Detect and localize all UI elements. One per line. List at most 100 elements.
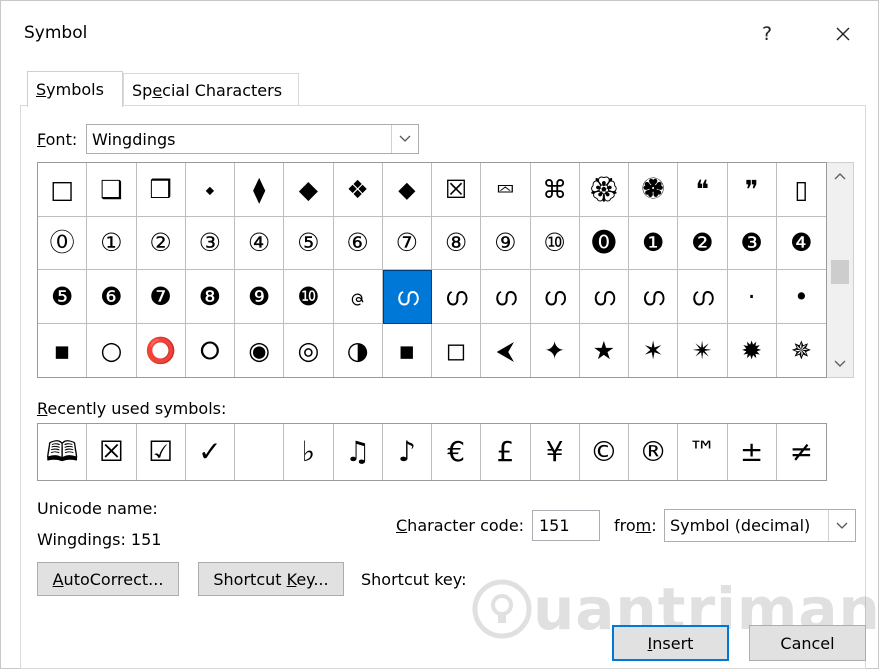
recent-symbol-cell[interactable]: ✓	[186, 424, 235, 480]
symbol-cell[interactable]: ⭘	[186, 323, 235, 377]
recent-symbol-cell[interactable]: €	[432, 424, 482, 480]
symbol-cell[interactable]: ◆	[284, 163, 334, 217]
symbol-cell[interactable]: ◻	[432, 323, 482, 377]
font-select[interactable]: Wingdings	[86, 124, 419, 154]
symbol-grid-scrollbar[interactable]	[827, 162, 854, 378]
symbol-cell[interactable]: ▪	[383, 323, 432, 377]
symbol-cell[interactable]: ⓿	[579, 216, 629, 270]
recent-symbol-cell[interactable]: ♭	[284, 424, 334, 480]
symbol-cell[interactable]: ❖	[333, 163, 383, 217]
recent-symbol-cell[interactable]: ™	[678, 424, 728, 480]
symbol-cell[interactable]: ①	[87, 216, 137, 270]
symbol-cell[interactable]: ⧫	[235, 163, 285, 217]
symbol-cell[interactable]: ⬥	[382, 163, 432, 217]
symbol-cell[interactable]: ◎	[284, 323, 334, 377]
symbol-cell[interactable]: ③	[185, 216, 235, 270]
symbol-cell[interactable]: ഗ	[579, 270, 629, 324]
symbol-cell[interactable]: ഗ	[382, 270, 432, 324]
symbol-cell[interactable]: ·	[727, 270, 777, 324]
recent-symbol-cell[interactable]	[235, 424, 285, 480]
symbol-cell[interactable]: ⓪	[38, 216, 88, 270]
symbol-cell[interactable]: ❞	[727, 163, 777, 217]
recent-symbol-cell[interactable]: ☒	[87, 424, 137, 480]
scroll-thumb[interactable]	[831, 260, 849, 284]
symbol-cell[interactable]: ഗ	[432, 270, 482, 324]
recent-symbol-cell[interactable]: ♫	[334, 424, 383, 480]
symbol-cell[interactable]: ഗ	[481, 270, 531, 324]
symbol-cell[interactable]: ❒	[136, 163, 186, 217]
recent-symbol-cell[interactable]: £	[481, 424, 531, 480]
symbol-cell[interactable]: ❸	[727, 216, 777, 270]
symbol-cell[interactable]: ④	[235, 216, 285, 270]
symbol-cell[interactable]: ✦	[531, 323, 580, 377]
symbol-cell[interactable]: ❺	[38, 270, 88, 324]
symbol-cell[interactable]: ★	[580, 323, 629, 377]
symbol-cell[interactable]: ❷	[678, 216, 728, 270]
symbol-cell[interactable]: ❝	[678, 163, 728, 217]
symbol-cell[interactable]: ❿	[284, 270, 334, 324]
recent-symbol-cell[interactable]: ♪	[383, 424, 432, 480]
autocorrect-label: AutoCorrect...	[52, 569, 164, 589]
symbol-cell[interactable]: ⑦	[382, 216, 432, 270]
insert-label: Insert	[647, 633, 694, 653]
scroll-up-icon[interactable]	[827, 165, 853, 187]
symbol-cell[interactable]: ✶	[629, 323, 679, 377]
symbol-cell[interactable]: ✴	[678, 323, 728, 377]
symbol-cell[interactable]: ▯	[776, 163, 826, 217]
scroll-down-icon[interactable]	[827, 353, 853, 375]
symbol-cell[interactable]: 🏵	[579, 163, 629, 217]
symbol-cell[interactable]: ❾	[235, 270, 285, 324]
recent-symbol-cell[interactable]: ®	[629, 424, 679, 480]
recent-symbol-cell[interactable]: ±	[728, 424, 777, 480]
from-select[interactable]: Symbol (decimal)	[664, 509, 856, 542]
symbol-cell[interactable]: •	[776, 270, 826, 324]
symbol-cell[interactable]: ❹	[776, 217, 826, 270]
cancel-button[interactable]: Cancel	[749, 625, 866, 661]
recent-symbol-cell[interactable]: ¥	[531, 424, 580, 480]
recent-label: Recently used symbols:	[37, 399, 227, 418]
symbol-cell[interactable]: ⮹	[481, 163, 531, 217]
symbol-cell[interactable]: ◉	[235, 323, 285, 377]
symbol-cell[interactable]: ▪	[38, 323, 88, 377]
symbol-cell[interactable]: ✹	[728, 323, 777, 377]
symbol-cell[interactable]: ⑥	[333, 216, 383, 270]
recent-symbol-cell[interactable]: ≠	[777, 424, 826, 480]
symbol-cell[interactable]: ⑤	[284, 216, 334, 270]
symbol-cell[interactable]: ○	[87, 323, 137, 377]
symbol-cell[interactable]: ⌘	[530, 163, 580, 217]
symbol-cell[interactable]: ✵	[777, 324, 826, 378]
symbol-cell[interactable]: 🏶	[629, 163, 679, 217]
symbol-cell[interactable]: ⭕	[137, 323, 186, 377]
symbol-cell[interactable]: ⑧	[432, 216, 482, 270]
symbol-cell[interactable]: ❶	[629, 216, 679, 270]
chevron-down-icon[interactable]	[828, 510, 855, 541]
symbol-cell[interactable]: ⑩	[530, 216, 580, 270]
symbol-cell[interactable]: ❼	[136, 270, 186, 324]
symbol-cell[interactable]: ❽	[185, 270, 235, 324]
recent-symbol-cell[interactable]: ☑	[137, 424, 186, 480]
close-button[interactable]	[823, 17, 863, 51]
recent-symbol-cell[interactable]: 🕮	[38, 424, 88, 480]
symbol-cell[interactable]: ❑	[87, 163, 137, 217]
symbol-cell[interactable]: ဇ	[333, 270, 383, 324]
help-button[interactable]: ?	[747, 17, 787, 51]
symbol-cell[interactable]: ❻	[87, 270, 137, 324]
tab-special-characters[interactable]: Special Characters	[123, 73, 299, 106]
symbol-cell[interactable]: ⑨	[481, 216, 531, 270]
character-code-input[interactable]: 151	[532, 510, 600, 541]
symbol-cell[interactable]: ②	[136, 216, 186, 270]
autocorrect-button[interactable]: AutoCorrect...	[37, 562, 179, 596]
symbol-cell[interactable]: ☒	[432, 163, 482, 217]
symbol-cell[interactable]: ഗ	[678, 270, 728, 324]
symbol-cell[interactable]: ⮜	[481, 323, 531, 377]
recent-symbol-cell[interactable]: ©	[580, 424, 629, 480]
symbol-cell[interactable]: ഗ	[530, 270, 580, 324]
chevron-down-icon[interactable]	[391, 125, 418, 153]
symbol-cell[interactable]: □	[38, 163, 88, 217]
symbol-cell[interactable]: ⬩	[185, 163, 235, 217]
symbol-cell[interactable]: ◑	[334, 323, 383, 377]
symbol-cell[interactable]: ഗ	[629, 270, 679, 324]
insert-button[interactable]: Insert	[612, 625, 729, 661]
shortcut-key-button[interactable]: Shortcut Key...	[198, 562, 344, 596]
tab-symbols[interactable]: Symbols	[27, 71, 123, 107]
